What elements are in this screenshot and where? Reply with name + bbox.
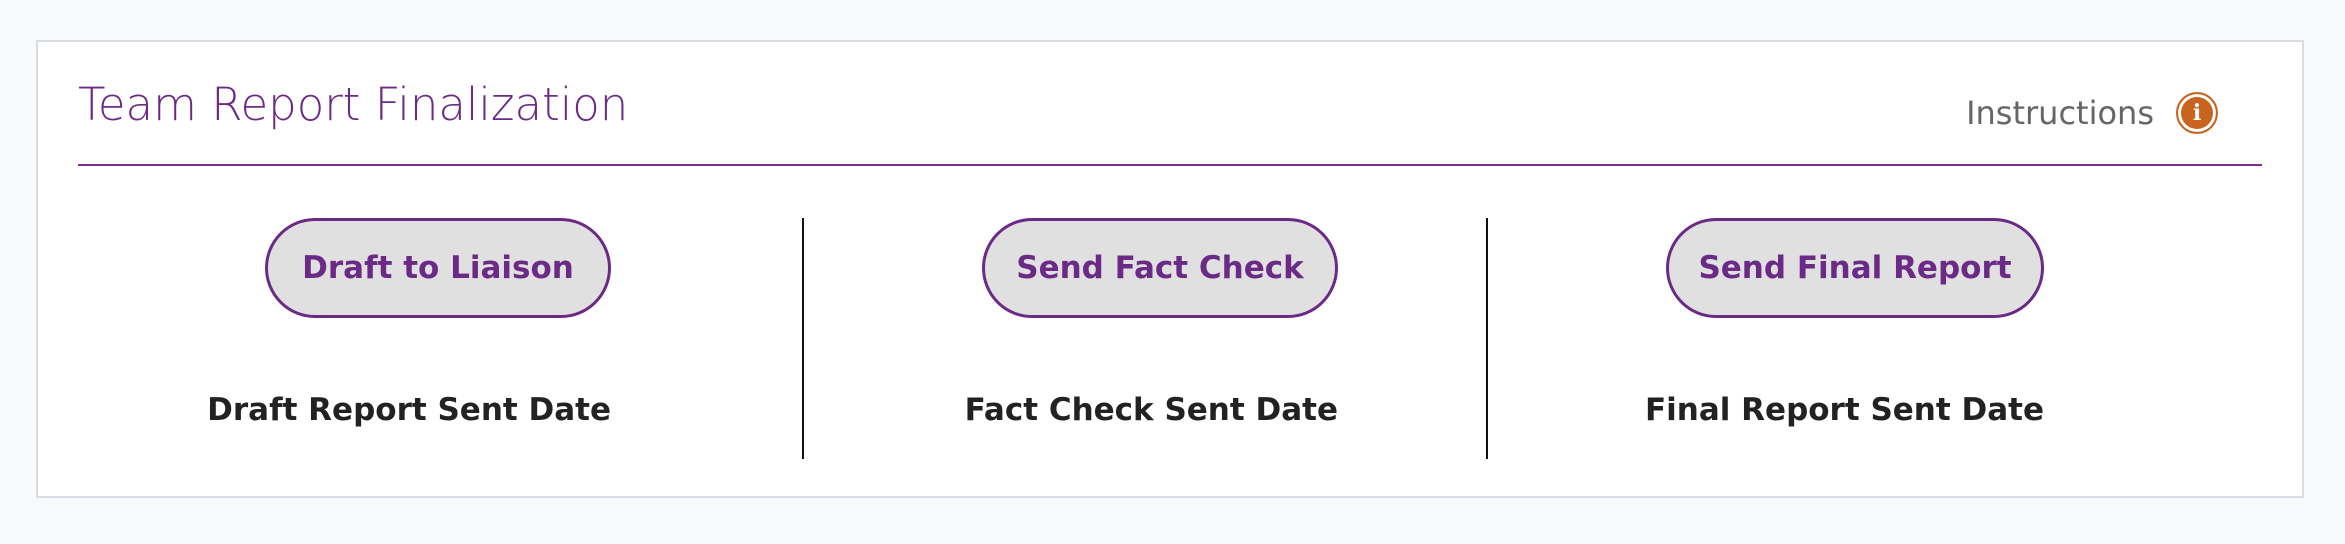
send-fact-check-button[interactable]: Send Fact Check [982,218,1338,318]
draft-to-liaison-button[interactable]: Draft to Liaison [265,218,611,318]
panel-title: Team Report Finalization [78,78,629,131]
draft-report-sent-date-label: Draft Report Sent Date [207,392,612,428]
final-report-button-wrapper: Send Final Report [1666,218,2044,318]
send-final-report-button[interactable]: Send Final Report [1666,218,2044,318]
final-report-sent-date-label: Final Report Sent Date [1644,392,2044,428]
fact-check-button-wrapper: Send Fact Check [982,218,1338,318]
column-divider [802,218,804,459]
instructions-label[interactable]: Instructions [1966,94,2154,132]
draft-column: Draft to Liaison Draft Report Sent Date [207,218,784,428]
info-icon[interactable]: i [2176,92,2218,134]
draft-button-wrapper: Draft to Liaison [265,218,611,318]
team-report-finalization-panel: Team Report Finalization Instructions i … [36,40,2304,498]
instructions-link[interactable]: Instructions i [1966,92,2218,134]
final-report-column: Send Final Report Final Report Sent Date [1645,218,2233,428]
title-divider [78,164,2262,166]
fact-check-column: Send Fact Check Fact Check Sent Date [965,218,1516,428]
fact-check-sent-date-label: Fact Check Sent Date [964,392,1338,428]
column-divider [1486,218,1488,459]
